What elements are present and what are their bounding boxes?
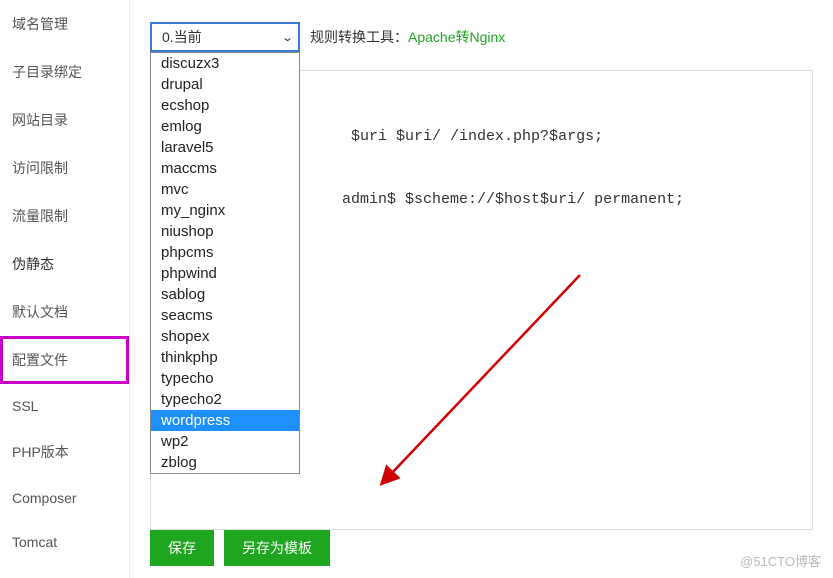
rule-label: 规则转换工具：Apache转Nginx [310,27,505,47]
dropdown-option-shopex[interactable]: shopex [151,326,299,347]
sidebar-item-rewrite[interactable]: 伪静态 [0,240,129,288]
dropdown-option-seacms[interactable]: seacms [151,305,299,326]
dropdown-option-drupal[interactable]: drupal [151,74,299,95]
dropdown-option-phpwind[interactable]: phpwind [151,263,299,284]
template-dropdown[interactable]: discuzx3drupalecshopemloglaravel5maccmsm… [150,52,300,474]
dropdown-option-phpcms[interactable]: phpcms [151,242,299,263]
dropdown-option-ecshop[interactable]: ecshop [151,95,299,116]
sidebar-item-subdir[interactable]: 子目录绑定 [0,48,129,96]
select-value: 0.当前 [162,27,202,47]
dropdown-option-wordpress[interactable]: wordpress [151,410,299,431]
dropdown-option-maccms[interactable]: maccms [151,158,299,179]
dropdown-option-typecho[interactable]: typecho [151,368,299,389]
button-row: 保存 另存为模板 [150,530,330,566]
sidebar-item-defaultdoc[interactable]: 默认文档 [0,288,129,336]
dropdown-option-niushop[interactable]: niushop [151,221,299,242]
save-template-button[interactable]: 另存为模板 [224,530,330,566]
dropdown-option-typecho2[interactable]: typecho2 [151,389,299,410]
sidebar-item-ssl[interactable]: SSL [0,384,129,428]
main-panel: 0.当前 ⌄ discuzx3drupalecshopemloglaravel5… [130,0,833,578]
dropdown-option-sablog[interactable]: sablog [151,284,299,305]
chevron-down-icon: ⌄ [281,31,294,44]
dropdown-option-mvc[interactable]: mvc [151,179,299,200]
dropdown-option-thinkphp[interactable]: thinkphp [151,347,299,368]
dropdown-option-emlog[interactable]: emlog [151,116,299,137]
sidebar-item-webdir[interactable]: 网站目录 [0,96,129,144]
dropdown-option-wp2[interactable]: wp2 [151,431,299,452]
dropdown-option-discuzx3[interactable]: discuzx3 [151,53,299,74]
sidebar: 域名管理 子目录绑定 网站目录 访问限制 流量限制 伪静态 默认文档 配置文件 … [0,0,130,578]
sidebar-item-composer[interactable]: Composer [0,476,129,520]
sidebar-item-tomcat[interactable]: Tomcat [0,520,129,564]
sidebar-item-access[interactable]: 访问限制 [0,144,129,192]
dropdown-option-zblog[interactable]: zblog [151,452,299,473]
dropdown-option-laravel5[interactable]: laravel5 [151,137,299,158]
save-button[interactable]: 保存 [150,530,214,566]
sidebar-item-traffic[interactable]: 流量限制 [0,192,129,240]
sidebar-item-domain[interactable]: 域名管理 [0,0,129,48]
sidebar-item-config[interactable]: 配置文件 [0,336,129,384]
dropdown-option-my_nginx[interactable]: my_nginx [151,200,299,221]
template-select-wrapper: 0.当前 ⌄ discuzx3drupalecshopemloglaravel5… [150,22,300,52]
top-row: 0.当前 ⌄ discuzx3drupalecshopemloglaravel5… [150,22,813,52]
watermark: @51CTO博客 [740,551,821,570]
sidebar-item-php[interactable]: PHP版本 [0,428,129,476]
template-select[interactable]: 0.当前 ⌄ [150,22,300,52]
rule-convert-link[interactable]: Apache转Nginx [408,29,505,45]
